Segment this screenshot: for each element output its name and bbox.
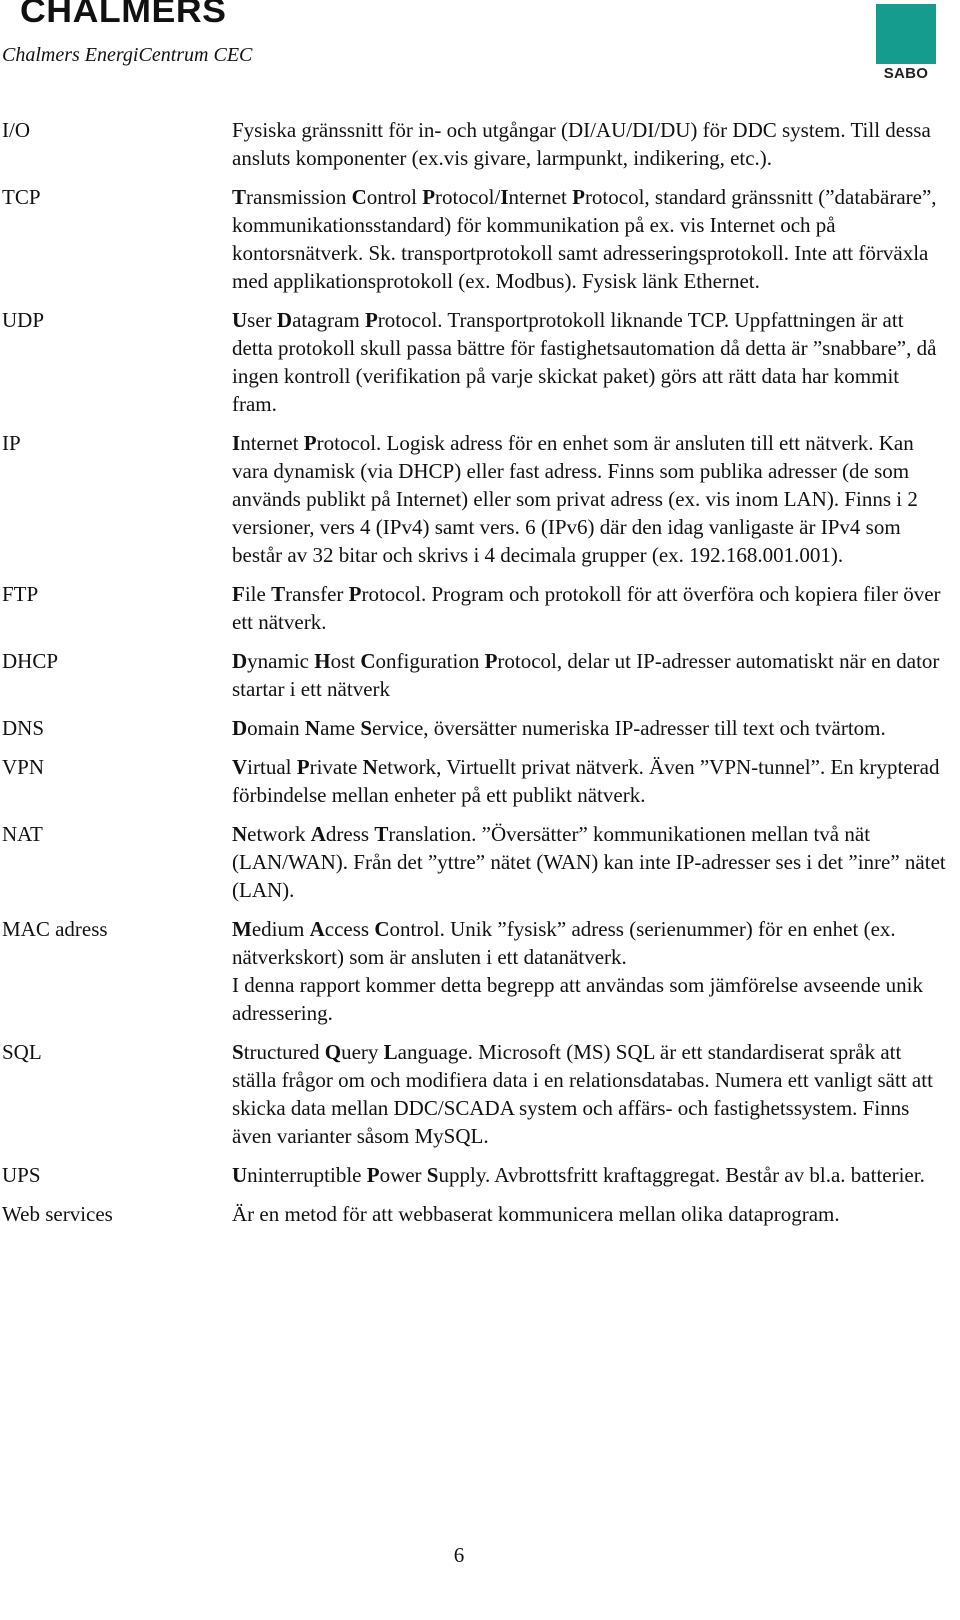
glossary-term: VPN <box>2 755 45 779</box>
glossary-definition: Virtual Private Network, Virtuellt priva… <box>232 755 940 807</box>
glossary-entry: UDP User Datagram Protocol. Transportprot… <box>0 306 960 418</box>
glossary-entry: VPN Virtual Private Network, Virtuellt pr… <box>0 753 960 809</box>
acronym-initial: A <box>310 822 326 846</box>
glossary-definition: File Transfer Protocol. Program och prot… <box>232 582 941 634</box>
acronym-initial: H <box>314 649 331 673</box>
acronym-initial: S <box>360 716 373 740</box>
glossary-definition: Fysiska gränssnitt för in- och utgångar … <box>232 118 931 170</box>
sabo-logo: SABO <box>875 4 937 82</box>
acronym-initial: S <box>426 1163 439 1187</box>
glossary-term: UPS <box>2 1163 41 1187</box>
glossary-entry: Web services Är en metod för att webbaser… <box>0 1200 960 1228</box>
acronym-initial: P <box>422 185 436 209</box>
glossary-entry: MAC adress Medium Access Control. Unik ”f… <box>0 915 960 1027</box>
acronym-initial: F <box>232 582 245 606</box>
glossary-entry: SQL Structured Query Language. Microsoft … <box>0 1038 960 1150</box>
acronym-initial: U <box>232 308 248 332</box>
chalmers-subtitle: Chalmers EnergiCentrum CEC <box>2 44 253 66</box>
glossary-entry: UPS Uninterruptible Power Supply. Avbrott… <box>0 1161 960 1189</box>
acronym-initial: L <box>383 1040 398 1064</box>
acronym-initial: N <box>362 755 378 779</box>
acronym-initial: P <box>366 1163 380 1187</box>
acronym-initial: U <box>232 1163 248 1187</box>
glossary-definition: Är en metod för att webbaserat kommunice… <box>232 1202 840 1226</box>
glossary-definition: Transmission Control Protocol/Internet P… <box>232 185 937 293</box>
glossary-entry: NAT Network Adress Translation. ”Översätt… <box>0 820 960 904</box>
acronym-initial: P <box>364 308 378 332</box>
acronym-initial: I <box>500 185 509 209</box>
glossary-term: NAT <box>2 822 43 846</box>
glossary-entry: I/O Fysiska gränssnitt för in- och utgång… <box>0 116 960 172</box>
acronym-initial: P <box>296 755 310 779</box>
glossary-definition: Network Adress Translation. ”Översätter”… <box>232 822 946 902</box>
glossary-term: Web services <box>2 1202 113 1226</box>
acronym-initial: P <box>572 185 585 209</box>
glossary-term: IP <box>2 431 21 455</box>
glossary-list: I/O Fysiska gränssnitt för in- och utgång… <box>0 116 960 1228</box>
acronym-initial: T <box>271 582 286 606</box>
glossary-term: SQL <box>2 1040 42 1064</box>
glossary-term: MAC adress <box>2 917 108 941</box>
sabo-logo-text: SABO <box>883 65 929 82</box>
glossary-entry: IP Internet Protocol. Logisk adress för e… <box>0 429 960 569</box>
acronym-initial: C <box>351 185 367 209</box>
sabo-logo-square-icon <box>876 4 936 64</box>
glossary-entry: TCP Transmission Control Protocol/Interne… <box>0 183 960 295</box>
acronym-initial: T <box>374 822 389 846</box>
glossary-term: DNS <box>2 716 45 740</box>
acronym-initial: D <box>232 649 248 673</box>
glossary-term: UDP <box>2 308 45 332</box>
glossary-term: FTP <box>2 582 39 606</box>
acronym-initial: M <box>232 917 252 941</box>
acronym-initial: C <box>360 649 376 673</box>
acronym-initial: V <box>232 755 248 779</box>
acronym-initial: N <box>232 822 248 846</box>
glossary-entry: DNS Domain Name Service, översätter numer… <box>0 714 960 742</box>
acronym-initial: D <box>276 308 293 332</box>
acronym-initial: C <box>374 917 390 941</box>
glossary-term: TCP <box>2 185 41 209</box>
page-number: 6 <box>453 1543 465 1567</box>
glossary-definition: User Datagram Protocol. Transportprotoko… <box>232 308 937 416</box>
acronym-initial: Q <box>324 1040 342 1064</box>
glossary-term: I/O <box>2 118 30 142</box>
glossary-entry: DHCP Dynamic Host Configuration Protocol,… <box>0 647 960 703</box>
acronym-initial: P <box>484 649 498 673</box>
glossary-definition: Domain Name Service, översätter numerisk… <box>232 716 886 740</box>
glossary-definition: Dynamic Host Configuration Protocol, del… <box>232 649 940 701</box>
glossary-definition: Medium Access Control. Unik ”fysisk” adr… <box>232 917 924 1025</box>
glossary-definition: Structured Query Language. Microsoft (MS… <box>232 1040 933 1148</box>
acronym-initial: P <box>303 431 317 455</box>
glossary-definition: Uninterruptible Power Supply. Avbrottsfr… <box>232 1163 925 1187</box>
acronym-initial: S <box>232 1040 244 1064</box>
glossary-definition: Internet Protocol. Logisk adress för en … <box>232 431 918 567</box>
acronym-initial: A <box>309 917 325 941</box>
acronym-initial: P <box>348 582 362 606</box>
glossary-term: DHCP <box>2 649 59 673</box>
acronym-initial: I <box>232 431 241 455</box>
acronym-initial: D <box>232 716 248 740</box>
chalmers-logo: CHALMERS <box>20 0 227 30</box>
acronym-initial: N <box>304 716 321 740</box>
glossary-entry: FTP File Transfer Protocol. Program och p… <box>0 580 960 636</box>
acronym-initial: T <box>232 185 247 209</box>
